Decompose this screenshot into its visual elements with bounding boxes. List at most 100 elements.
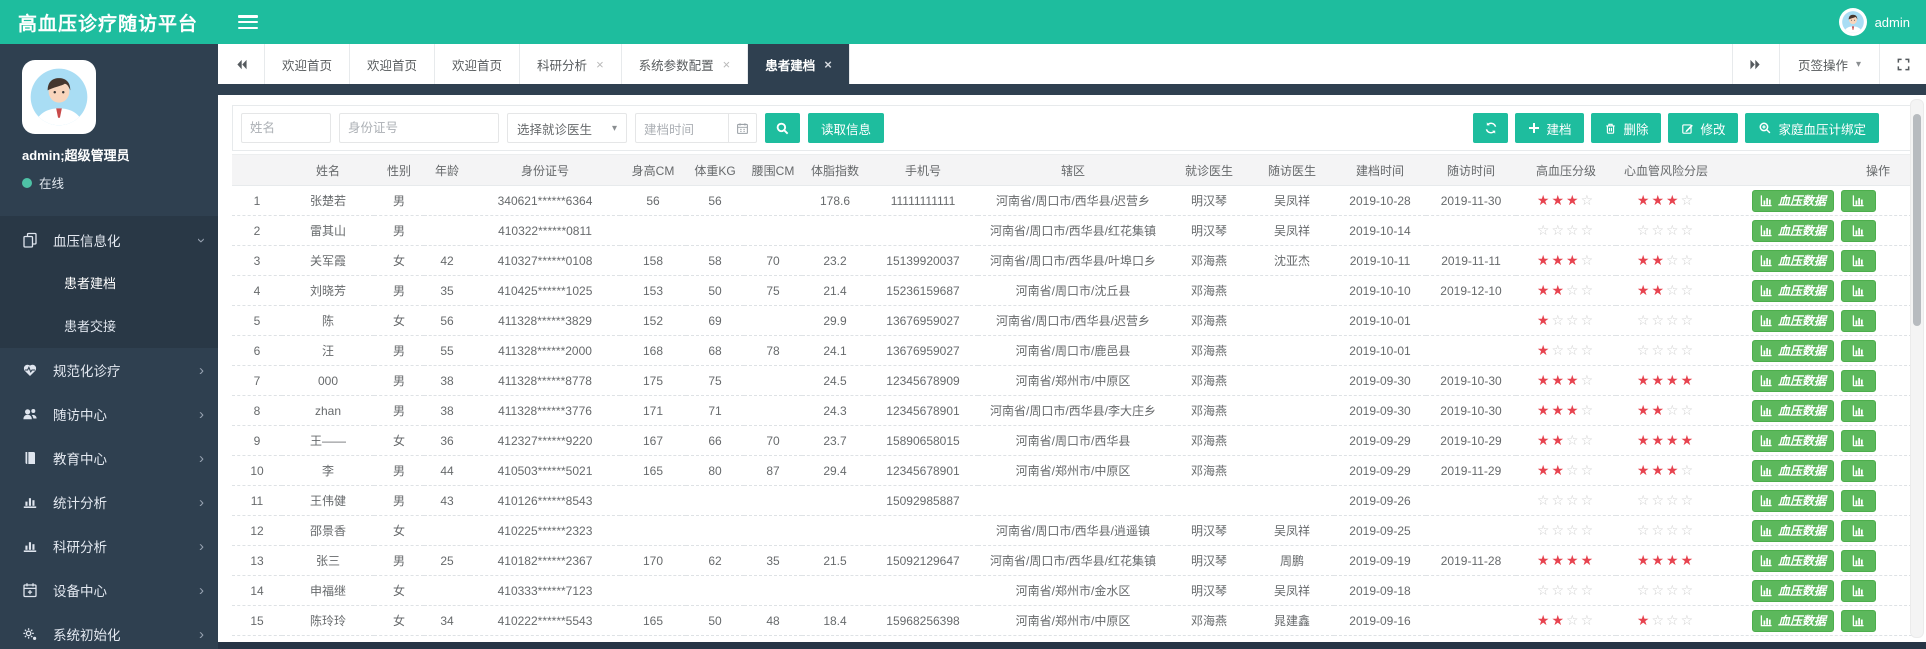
secondary-data-button[interactable]: [1841, 370, 1876, 392]
secondary-data-button[interactable]: [1841, 550, 1876, 572]
star-empty-icon: ☆: [1566, 462, 1581, 478]
cell-doctor: 邓海燕: [1168, 396, 1250, 426]
delete-button[interactable]: 删除: [1591, 113, 1661, 143]
table-row[interactable]: 5陈女56411328******38291526929.91367695902…: [232, 306, 1912, 336]
table-row[interactable]: 8zhan男38411328******37761717124.31234567…: [232, 396, 1912, 426]
tab-operations-dropdown[interactable]: 页签操作 ▾: [1779, 44, 1879, 84]
bp-data-button[interactable]: 血压数据: [1752, 460, 1834, 482]
table-row[interactable]: 10李男44410503******5021165808729.41234567…: [232, 456, 1912, 486]
bp-data-button[interactable]: 血压数据: [1752, 220, 1834, 242]
tab-欢迎首页-0[interactable]: 欢迎首页: [265, 44, 350, 84]
hamburger-menu-icon[interactable]: [238, 15, 258, 29]
bp-data-button[interactable]: 血压数据: [1752, 490, 1834, 512]
table-row[interactable]: 11王伟健男43410126******8543150929858872019-…: [232, 486, 1912, 516]
create-record-button[interactable]: 建档: [1515, 113, 1584, 143]
secondary-data-button[interactable]: [1841, 520, 1876, 542]
sidebar-subitem-患者建档[interactable]: 患者建档: [0, 262, 218, 305]
idcard-filter-input[interactable]: [339, 113, 499, 143]
topbar-user-menu[interactable]: admin: [1839, 8, 1926, 36]
table-row[interactable]: 9王——女36412327******9220167667023.7158906…: [232, 426, 1912, 456]
cell-weight: 56: [686, 186, 744, 216]
fullscreen-button[interactable]: [1879, 44, 1926, 84]
table-row[interactable]: 14申福继女410333******7123河南省/郑州市/金水区明汉琴吴凤祥2…: [232, 576, 1912, 606]
tab-欢迎首页-1[interactable]: 欢迎首页: [350, 44, 435, 84]
sidebar-item-规范化诊疗[interactable]: 规范化诊疗›: [0, 348, 218, 392]
name-filter-input[interactable]: [241, 113, 331, 143]
record-date-placeholder: 建档时间: [636, 114, 728, 142]
secondary-data-button[interactable]: [1841, 610, 1876, 632]
close-tab-icon[interactable]: ×: [723, 58, 731, 71]
bp-data-button[interactable]: 血压数据: [1752, 370, 1834, 392]
secondary-data-button[interactable]: [1841, 400, 1876, 422]
scrollbar-thumb[interactable]: [1913, 114, 1921, 326]
sidebar-item-统计分析[interactable]: 统计分析›: [0, 480, 218, 524]
bind-bp-monitor-button[interactable]: 家庭血压计绑定: [1745, 113, 1879, 143]
sidebar-item-随访中心[interactable]: 随访中心›: [0, 392, 218, 436]
tab-科研分析-3[interactable]: 科研分析×: [520, 44, 622, 84]
sidebar-item-系统初始化[interactable]: 系统初始化›: [0, 612, 218, 649]
edit-button[interactable]: 修改: [1668, 113, 1738, 143]
sidebar-item-设备中心[interactable]: 设备中心›: [0, 568, 218, 612]
secondary-data-button[interactable]: [1841, 580, 1876, 602]
doctor-select[interactable]: 选择就诊医生 ▾: [507, 113, 627, 143]
record-date-input[interactable]: 建档时间: [635, 113, 757, 143]
bp-data-button[interactable]: 血压数据: [1752, 400, 1834, 422]
secondary-data-button[interactable]: [1841, 430, 1876, 452]
calendar-icon[interactable]: [728, 114, 756, 142]
bp-data-button-label: 血压数据: [1778, 342, 1826, 359]
sidebar-subitem-患者交接[interactable]: 患者交接: [0, 305, 218, 348]
sidebar-item-科研分析[interactable]: 科研分析›: [0, 524, 218, 568]
table-row[interactable]: 2雷其山男410322******0811河南省/周口市/西华县/红花集镇明汉琴…: [232, 216, 1912, 246]
cell-region: [978, 486, 1168, 516]
bp-data-button[interactable]: 血压数据: [1752, 550, 1834, 572]
table-row[interactable]: 15陈玲玲女34410222******5543165504818.415968…: [232, 606, 1912, 636]
read-info-button[interactable]: 读取信息: [808, 113, 884, 143]
table-row[interactable]: 4刘晓芳男35410425******1025153507521.4152361…: [232, 276, 1912, 306]
bp-data-button[interactable]: 血压数据: [1752, 610, 1834, 632]
secondary-data-button[interactable]: [1841, 220, 1876, 242]
bp-data-button-label: 血压数据: [1778, 402, 1826, 419]
secondary-data-button[interactable]: [1841, 340, 1876, 362]
table-row[interactable]: 3关军霞女42410327******0108158587023.2151399…: [232, 246, 1912, 276]
sidebar-item-血压信息化[interactable]: 血压信息化›: [0, 218, 218, 262]
bp-data-button[interactable]: 血压数据: [1752, 250, 1834, 272]
tab-欢迎首页-2[interactable]: 欢迎首页: [435, 44, 520, 84]
search-button[interactable]: [765, 113, 800, 143]
vertical-scrollbar[interactable]: [1910, 99, 1924, 638]
secondary-data-button[interactable]: [1841, 310, 1876, 332]
star-filled-icon: ★: [1551, 192, 1566, 208]
secondary-data-button[interactable]: [1841, 190, 1876, 212]
cell-weight: 58: [686, 246, 744, 276]
table-row[interactable]: 12邵景香女410225******2323河南省/周口市/西华县/逍遥镇明汉琴…: [232, 516, 1912, 546]
bp-data-button[interactable]: 血压数据: [1752, 580, 1834, 602]
bp-data-button[interactable]: 血压数据: [1752, 430, 1834, 452]
cell-created: 2019-09-29: [1334, 426, 1426, 456]
secondary-data-button[interactable]: [1841, 460, 1876, 482]
tabs-scroll-left-button[interactable]: [218, 44, 265, 84]
table-row[interactable]: 1张楚若男340621******63645656178.61111111111…: [232, 186, 1912, 216]
tab-系统参数配置-4[interactable]: 系统参数配置×: [622, 44, 749, 84]
cell-waist: [744, 486, 802, 516]
hypertension-grade-stars: ★★☆☆: [1516, 276, 1616, 306]
table-row[interactable]: 6汪男55411328******2000168687824.113676959…: [232, 336, 1912, 366]
sidebar-item-教育中心[interactable]: 教育中心›: [0, 436, 218, 480]
secondary-data-button[interactable]: [1841, 280, 1876, 302]
table-row[interactable]: 13张三男25410182******2367170623521.5150921…: [232, 546, 1912, 576]
bp-data-button[interactable]: 血压数据: [1752, 310, 1834, 332]
close-tab-icon[interactable]: ×: [824, 58, 832, 71]
bp-data-button[interactable]: 血压数据: [1752, 340, 1834, 362]
chart-icon: [1760, 374, 1773, 387]
bp-data-button[interactable]: 血压数据: [1752, 190, 1834, 212]
tab-患者建档-5[interactable]: 患者建档×: [748, 44, 850, 84]
table-row[interactable]: 7000男38411328******87781757524.512345678…: [232, 366, 1912, 396]
secondary-data-button[interactable]: [1841, 490, 1876, 512]
cell-bmi: 21.5: [802, 546, 868, 576]
tabs-scroll-right-button[interactable]: [1732, 44, 1779, 84]
chart-icon: [1760, 344, 1773, 357]
refresh-button[interactable]: [1473, 113, 1508, 143]
close-tab-icon[interactable]: ×: [596, 58, 604, 71]
secondary-data-button[interactable]: [1841, 250, 1876, 272]
bp-data-button[interactable]: 血压数据: [1752, 520, 1834, 542]
bp-data-button[interactable]: 血压数据: [1752, 280, 1834, 302]
cell-bmi: 24.5: [802, 366, 868, 396]
